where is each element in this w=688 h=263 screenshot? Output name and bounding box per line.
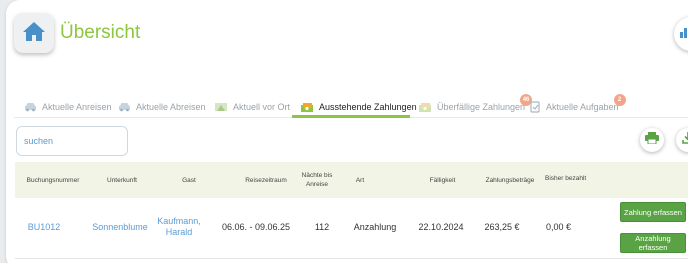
guest-link[interactable]: Kaufmann, Harald <box>153 212 205 242</box>
column-header: Reisezeitraum <box>245 176 287 184</box>
tent-icon <box>214 102 228 112</box>
task-icon <box>530 101 541 113</box>
record-payment-button[interactable]: Zahlung erfassen <box>620 202 686 222</box>
paid-amount: 0,00 € <box>546 221 572 232</box>
money-icon <box>418 102 432 113</box>
tab-aktuelle-anreisen[interactable]: Aktuelle Anreisen <box>24 96 112 118</box>
payment-type: Anzahlung <box>353 221 397 232</box>
bar-chart-icon <box>680 25 688 43</box>
column-header: Bisher bezahlt <box>545 175 587 182</box>
download-icon <box>682 131 688 149</box>
due-date: 22.10.2024 <box>418 221 464 232</box>
tab-label: Aktuell vor Ort <box>233 102 291 112</box>
column-header: Fälligkeit <box>429 176 456 184</box>
accommodation-link[interactable]: Sonnenblume <box>90 212 150 242</box>
payment-amount: 263,25 € <box>484 221 520 232</box>
printer-icon <box>645 131 659 149</box>
booking-number-link[interactable]: BU1012 <box>16 212 72 242</box>
column-header: Nächte bis Anreise <box>301 172 333 188</box>
page-title: Übersicht <box>60 22 141 43</box>
row-divider <box>15 258 688 259</box>
column-header: Unterkunft <box>107 176 137 184</box>
tab-aktuelle-abreisen[interactable]: Aktuelle Abreisen <box>118 96 206 118</box>
tab-aktuell-vor-ort[interactable]: Aktuell vor Ort <box>214 96 290 118</box>
house-icon <box>22 20 46 47</box>
car-icon <box>118 102 131 112</box>
tab-label: Ausstehende Zahlungen <box>319 102 417 112</box>
search-input[interactable]: suchen <box>16 126 128 156</box>
home-button[interactable] <box>14 13 54 53</box>
record-deposit-button[interactable]: Anzahlung erfassen <box>620 233 686 253</box>
tab-label: Aktuelle Abreisen <box>136 102 206 112</box>
column-header: Gast <box>182 176 196 184</box>
car-icon <box>24 102 37 112</box>
money-icon <box>300 102 314 113</box>
active-tab-indicator <box>292 115 410 118</box>
count-badge: 2 <box>613 94 626 106</box>
tab-label: Aktuelle Anreisen <box>42 102 112 112</box>
tab-ueberfaellige-zahlungen[interactable]: Überfällige Zahlungen 46 <box>418 94 533 118</box>
table-header: Buchungsnummer Unterkunft Gast Reisezeit… <box>15 162 688 198</box>
tab-label: Aktuelle Aufgaben <box>546 102 619 112</box>
travel-period: 06.06. - 09.06.25 <box>221 221 291 232</box>
nights-until-arrival: 112 <box>314 221 330 232</box>
column-header: Art <box>355 176 365 184</box>
tab-label: Überfällige Zahlungen <box>437 102 526 112</box>
column-header: Buchungsnummer <box>26 176 80 184</box>
print-button[interactable] <box>640 128 664 152</box>
tab-aktuelle-aufgaben[interactable]: Aktuelle Aufgaben 2 <box>530 94 626 118</box>
column-header: Zahlungsbeträge <box>485 176 535 184</box>
